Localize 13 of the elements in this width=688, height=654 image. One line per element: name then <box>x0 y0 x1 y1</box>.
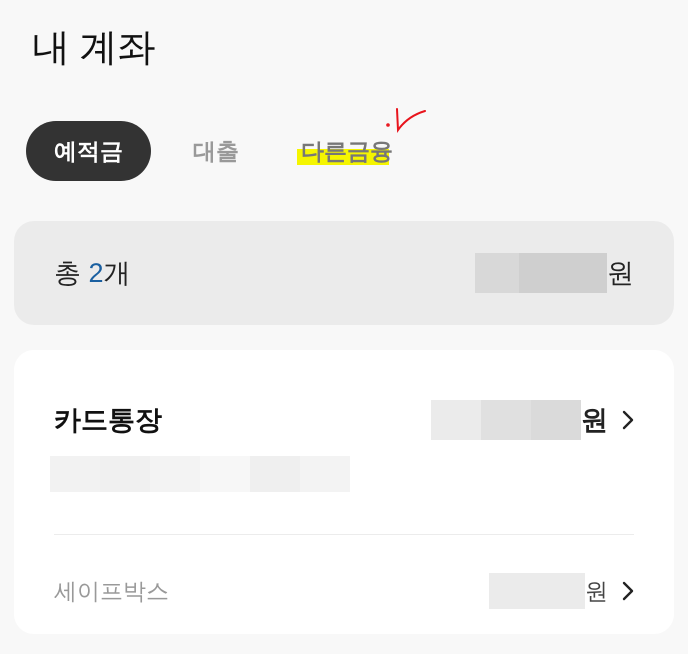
chevron-right-icon <box>622 581 634 601</box>
currency-unit: 원 <box>581 404 608 437</box>
chevron-right-icon <box>622 410 634 430</box>
account-name: 세이프박스 <box>54 578 169 606</box>
account-row[interactable]: 세이프박스 원 <box>54 535 634 609</box>
currency-unit: 원 <box>607 257 634 290</box>
tab[interactable]: 예적금 <box>26 121 151 181</box>
account-name: 카드통장 <box>54 404 162 437</box>
account-count: 총 2개 <box>54 257 131 290</box>
pen-scribble-icon <box>385 106 429 136</box>
account-row[interactable]: 카드통장 원 <box>54 350 634 440</box>
page-title: 내 계좌 <box>31 26 156 71</box>
currency-unit: 원 <box>585 576 608 606</box>
